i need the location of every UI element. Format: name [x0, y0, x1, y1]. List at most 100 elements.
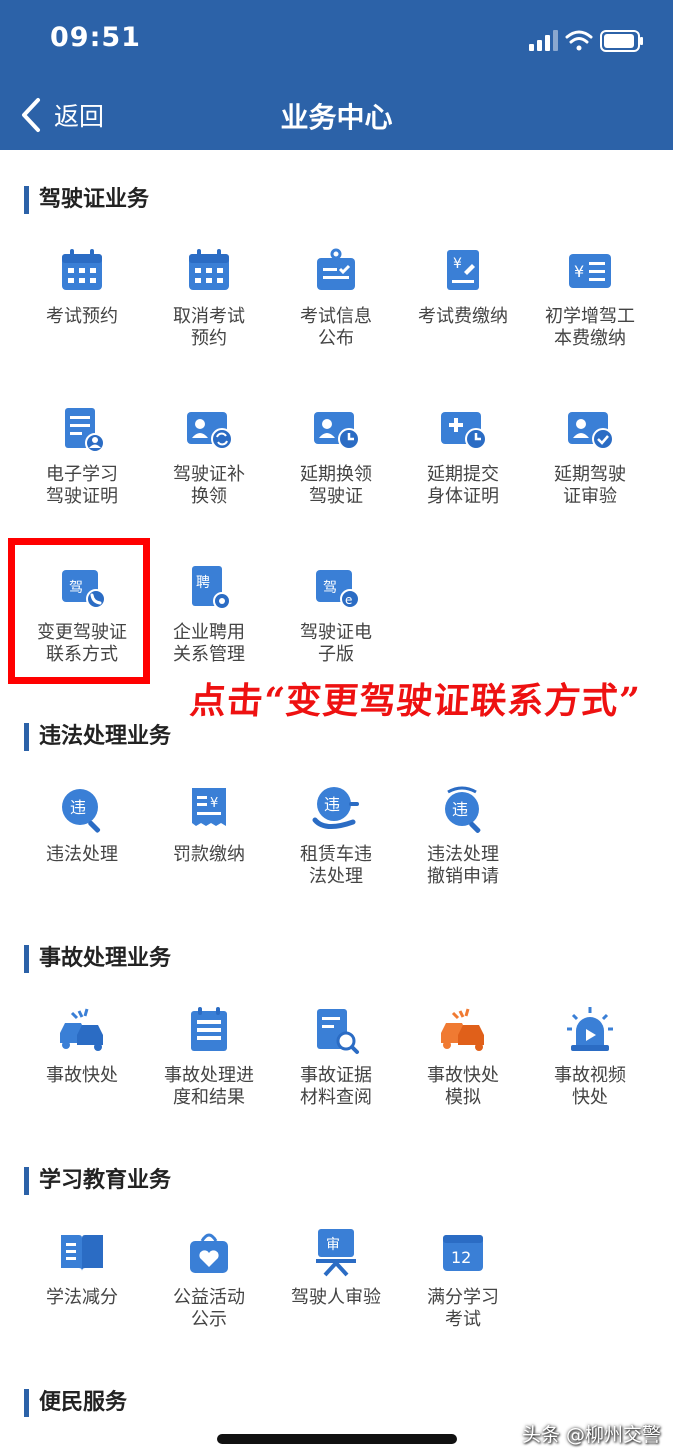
section-title-violation: 违法处理业务: [24, 723, 171, 751]
tile-full-score-study[interactable]: 12 满分学习 考试: [400, 1227, 526, 1331]
svg-text:¥: ¥: [453, 256, 462, 272]
svg-text:违: 违: [452, 800, 468, 819]
car-crash-icon: [60, 1008, 103, 1051]
tile-employer-relation[interactable]: 聘 企业聘用 关系管理: [146, 562, 272, 666]
tile-label: 延期驾驶 证审验: [554, 464, 626, 507]
svg-text:12: 12: [451, 1248, 471, 1267]
tile-accident-simulation[interactable]: 事故快处 模拟: [400, 1005, 526, 1109]
tile-label: 事故视频 快处: [554, 1065, 626, 1108]
license-electronic-icon: 驾 e: [316, 570, 360, 609]
siren-video-icon: [567, 1007, 613, 1051]
tile-label: 企业聘用 关系管理: [173, 622, 245, 665]
tile-label: 事故快处: [46, 1065, 118, 1086]
evidence-search-icon: [317, 1009, 359, 1054]
svg-text:¥: ¥: [574, 262, 584, 281]
tile-label: 满分学习 考试: [427, 1287, 499, 1330]
app-header: 09:51 返回 业务中心: [0, 0, 673, 150]
tile-license-replace[interactable]: 驾驶证补 换领: [146, 404, 272, 508]
tile-e-learning-proof[interactable]: 电子学习 驾驶证明: [19, 404, 145, 508]
tile-label: 延期提交 身体证明: [427, 464, 499, 507]
tile-delay-health-proof[interactable]: 延期提交 身体证明: [400, 404, 526, 508]
tile-cancel-exam-booking[interactable]: 取消考试 预约: [146, 246, 272, 350]
tile-label: 驾驶证电 子版: [300, 622, 372, 665]
tile-beginner-fee[interactable]: ¥ 初学增驾工 本费缴纳: [527, 246, 653, 350]
svg-text:聘: 聘: [196, 575, 210, 591]
id-card-refresh-icon: [187, 412, 233, 450]
tile-label: 驾驶证补 换领: [173, 464, 245, 507]
tile-label: 延期换领 驾驶证: [300, 464, 372, 507]
calendar-icon: [62, 249, 102, 290]
tile-accident-progress[interactable]: 事故处理进 度和结果: [146, 1005, 272, 1109]
tile-exam-fee[interactable]: ¥ 考试费缴纳: [400, 246, 526, 328]
tile-label: 违法处理: [46, 844, 118, 865]
calendar-12-icon: 12: [443, 1235, 483, 1271]
hire-document-icon: 聘: [192, 566, 231, 610]
tile-label: 初学增驾工 本费缴纳: [545, 306, 635, 349]
tile-delay-license-renewal[interactable]: 延期换领 驾驶证: [273, 404, 399, 508]
status-icons: [529, 30, 643, 52]
annotation-text: 点击“变更驾驶证联系方式”: [188, 680, 642, 722]
section-title-convenience: 便民服务: [24, 1389, 127, 1417]
notice-board-icon: [317, 248, 355, 290]
tile-label: 考试信息 公布: [300, 306, 372, 349]
page-title: 业务中心: [280, 101, 393, 134]
open-book-icon: [61, 1235, 103, 1271]
section-title-license: 驾驶证业务: [24, 186, 149, 214]
tile-label: 事故处理进 度和结果: [164, 1065, 254, 1108]
highlight-box: [8, 538, 150, 684]
tile-exam-info[interactable]: 考试信息 公布: [273, 246, 399, 350]
section-title-accident: 事故处理业务: [24, 945, 171, 973]
tile-public-welfare[interactable]: 公益活动 公示: [146, 1227, 272, 1331]
fine-receipt-icon: ¥: [192, 788, 226, 826]
battery-icon: [600, 30, 643, 52]
car-crash-orange-icon: [441, 1008, 484, 1051]
home-indicator[interactable]: [217, 1434, 457, 1444]
id-card-check-icon: [568, 412, 614, 450]
fee-document-icon: ¥: [447, 250, 479, 290]
tile-violation-handling[interactable]: 违 违法处理: [19, 784, 145, 866]
tile-accident-quick[interactable]: 事故快处: [19, 1005, 145, 1087]
wifi-icon: [565, 30, 593, 51]
tile-label: 电子学习 驾驶证明: [46, 464, 118, 507]
tile-delay-license-review[interactable]: 延期驾驶 证审验: [527, 404, 653, 508]
svg-text:违: 违: [324, 795, 340, 814]
tile-label: 违法处理 撤销申请: [427, 844, 499, 887]
fee-card-icon: ¥: [569, 254, 611, 288]
tile-exam-booking[interactable]: 考试预约: [19, 246, 145, 328]
tile-label: 事故快处 模拟: [427, 1065, 499, 1108]
svg-text:违: 违: [70, 798, 86, 817]
tile-label: 考试费缴纳: [418, 306, 508, 327]
progress-list-icon: [191, 1007, 227, 1051]
tile-fine-payment[interactable]: ¥ 罚款缴纳: [146, 784, 272, 866]
violation-revoke-icon: 违: [445, 786, 481, 833]
tile-label: 取消考试 预约: [173, 306, 245, 349]
status-time: 09:51: [50, 22, 141, 53]
tile-rental-violation[interactable]: 违 租赁车违 法处理: [273, 784, 399, 888]
violation-search-icon: 违: [62, 789, 101, 833]
tile-label: 学法减分: [46, 1287, 118, 1308]
tile-learn-law-points[interactable]: 学法减分: [19, 1227, 145, 1309]
svg-text:驾: 驾: [323, 580, 337, 596]
tile-label: 驾驶人审验: [291, 1287, 381, 1308]
svg-text:审: 审: [326, 1237, 340, 1253]
watermark-text: 头条 @柳州交警: [521, 1424, 661, 1446]
section-title-education: 学习教育业务: [24, 1167, 171, 1195]
signal-icon: [529, 30, 558, 51]
rental-violation-icon: 违: [312, 787, 359, 829]
calendar-icon: [189, 249, 229, 290]
tile-label: 考试预约: [46, 306, 118, 327]
document-user-icon: [65, 408, 105, 453]
id-card-clock-icon: [314, 412, 360, 450]
tile-label: 租赁车违 法处理: [300, 844, 372, 887]
tile-violation-revoke[interactable]: 违 违法处理 撤销申请: [400, 784, 526, 888]
tile-accident-evidence[interactable]: 事故证据 材料查阅: [273, 1005, 399, 1109]
tile-accident-video[interactable]: 事故视频 快处: [527, 1005, 653, 1109]
tile-driver-review[interactable]: 审 驾驶人审验: [273, 1227, 399, 1309]
review-board-icon: 审: [316, 1229, 356, 1277]
tile-label: 罚款缴纳: [173, 844, 245, 865]
heart-bag-icon: [190, 1233, 228, 1273]
medical-clock-icon: [441, 412, 487, 450]
tile-label: 事故证据 材料查阅: [300, 1065, 372, 1108]
tile-electronic-license[interactable]: 驾 e 驾驶证电 子版: [273, 562, 399, 666]
svg-text:¥: ¥: [210, 796, 218, 811]
